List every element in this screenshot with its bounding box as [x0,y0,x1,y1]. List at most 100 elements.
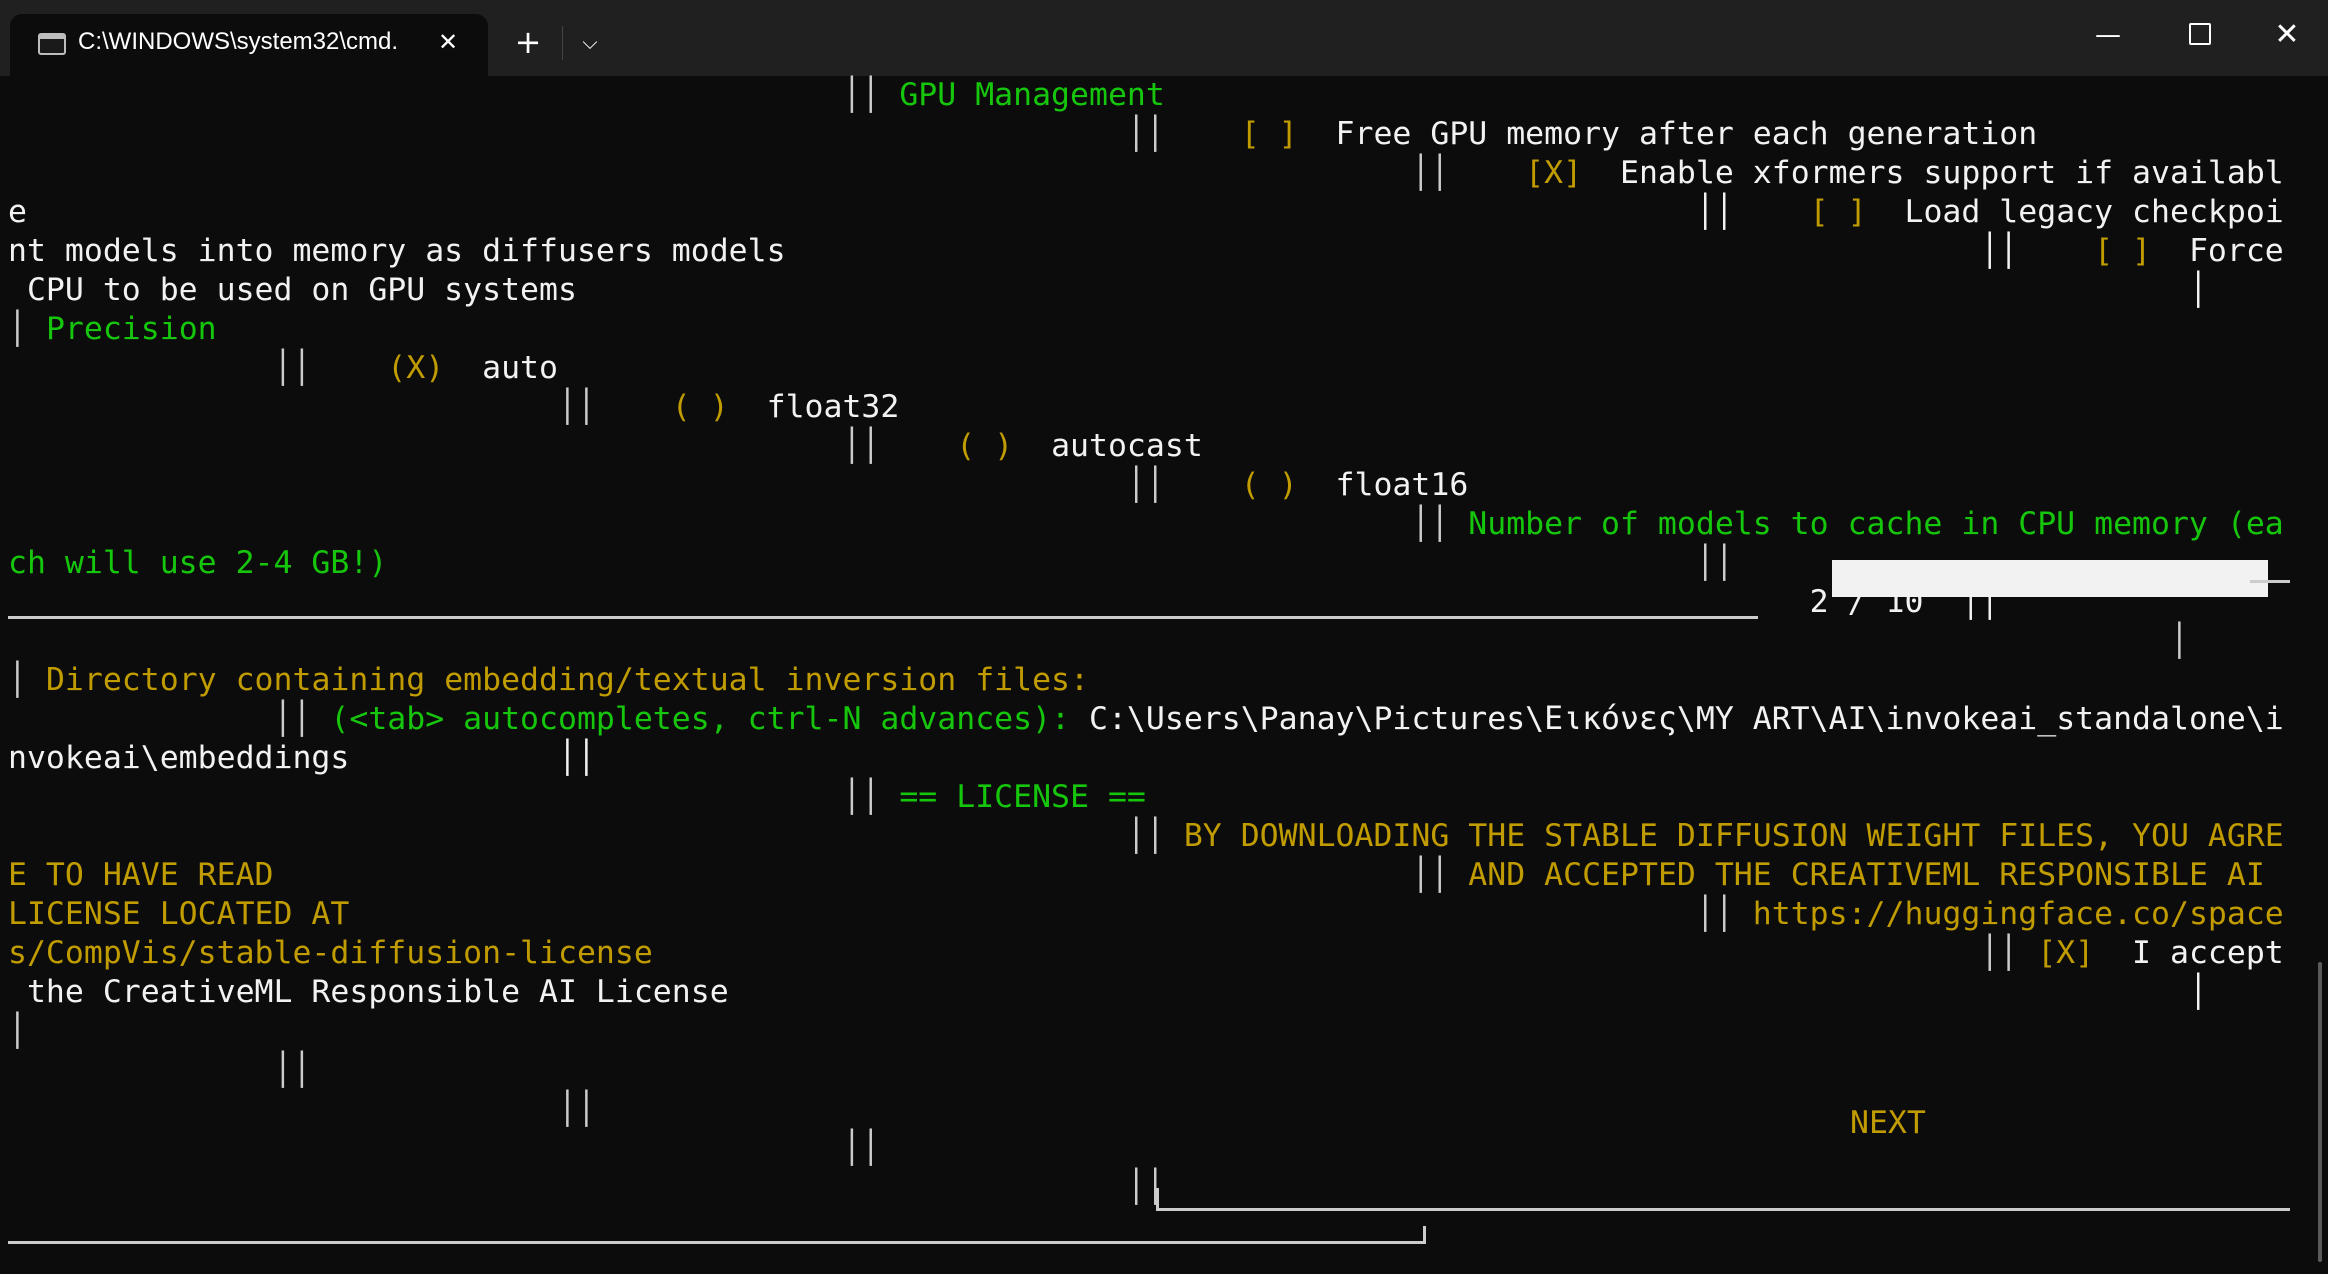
terminal-text: https://huggingface.co/space [1752,896,2284,932]
chevron-down-icon[interactable]: ⌵ [570,22,610,62]
terminal-line: nvokeai\embeddings ││ [8,739,596,778]
terminal-text: ││ [8,77,900,113]
terminal-line: ││ ( ) autocast [8,427,1203,466]
form-bottom-border [8,1241,1426,1244]
form-bottom-corner [1423,1226,1426,1244]
terminal-text: float32 [728,389,900,425]
terminal-line: s/CompVis/stable-diffusion-license ││ [X… [8,934,2284,973]
terminal-text: [ ] [2094,233,2152,269]
button-frame-top [1156,1208,2290,1211]
terminal-text: ││ [387,545,1734,581]
terminal-text: float16 [1297,467,1469,503]
terminal-line: ││ Number of models to cache in CPU memo… [8,505,2284,544]
terminal-line: │ [8,1012,27,1051]
terminal-icon [38,33,66,55]
terminal-text: s/CompVis/stable-diffusion-license [8,935,653,971]
terminal-text: 2 / 10 ││ [8,584,2000,620]
terminal-text: ││ [273,857,1469,893]
terminal-text: e ││ [8,194,1810,230]
terminal-text: the CreativeML Responsible AI License │ [8,974,2208,1010]
terminal-text: ││ [8,155,1526,191]
terminal-text: Force [2151,233,2284,269]
terminal-line: ││ GPU Management [8,76,1165,115]
terminal-text: ││ [8,1091,596,1127]
terminal-text: [X] [1525,155,1583,191]
terminal-line: ││ [X] Enable xformers support if availa… [8,154,2284,193]
terminal-text: ││ [8,1052,312,1088]
terminal-line: nt models into memory as diffusers model… [8,232,2284,271]
next-button[interactable]: NEXT [1850,1104,1926,1143]
plus-icon[interactable]: + [508,22,548,62]
tab-divider [562,26,563,60]
terminal-text: (X) [387,350,445,386]
terminal-text: ││ [8,389,672,425]
terminal-text: autocast [1013,428,1203,464]
terminal-text: ( ) [956,428,1014,464]
terminal-line: ││ ( ) float16 [8,466,1468,505]
terminal-text: nvokeai\embeddings ││ [8,740,596,776]
terminal-line: │ Directory containing embedding/textual… [8,661,1089,700]
terminal-text: [ ] [1809,194,1867,230]
terminal-text: ││ [8,1130,881,1166]
cache-models-slider[interactable] [1832,560,2268,597]
terminal-text: ││ [8,350,388,386]
terminal-line: ││ BY DOWNLOADING THE STABLE DIFFUSION W… [8,817,2284,856]
terminal-line: e ││ [ ] Load legacy checkpoi [8,193,2284,232]
terminal-text: auto [444,350,558,386]
terminal-line: ││ [ ] Free GPU memory after each genera… [8,115,2037,154]
terminal-line: │ Precision [8,310,217,349]
slider-track [8,616,1758,619]
terminal-text: Load legacy checkpoi [1866,194,2284,230]
terminal-line: ││ (<tab> autocompletes, ctrl-N advances… [8,700,2284,739]
close-icon[interactable]: ✕ [430,24,466,60]
terminal-line: ││ (X) auto [8,349,559,388]
scrollbar-thumb[interactable] [2318,962,2322,1262]
terminal-text: Directory containing embedding/textual i… [45,662,1089,698]
terminal-text: ( ) [671,389,729,425]
terminal-text: CPU to be used on GPU systems │ [8,272,2208,308]
terminal-text: Precision [45,311,217,347]
terminal-text: LICENSE LOCATED AT [8,896,350,932]
terminal-text: │ [8,623,2189,659]
terminal-text: ││ [8,701,331,737]
terminal-text: Number of models to cache in CPU memory … [1468,506,2284,542]
terminal-line: ││ [8,1168,1165,1207]
terminal-output[interactable]: ││ ││ ││ ││ │ the CreativeML Responsible … [0,76,2322,1274]
terminal-text: ││ [8,779,900,815]
tab-title: C:\WINDOWS\system32\cmd. [78,28,399,55]
terminal-text: ││ [8,467,1241,503]
terminal-text: ││ [349,896,1753,932]
terminal-window: C:\WINDOWS\system32\cmd. ✕ + ⌵ — ✕ ││ ││ [0,0,2328,1274]
terminal-text: E TO HAVE READ [8,857,274,893]
minimize-icon[interactable]: — [2062,0,2154,70]
terminal-text: C:\Users\Panay\Pictures\Εικόνες\MY ART\A… [1070,701,2284,737]
terminal-text: AND ACCEPTED THE CREATIVEML RESPONSIBLE … [1468,857,2265,893]
terminal-text: ( ) [1240,467,1298,503]
slider-track-end [2250,580,2290,583]
terminal-text: (<tab> autocompletes, ctrl-N advances): [330,701,1071,737]
terminal-line: ││ == LICENSE == [8,778,1146,817]
terminal-text: Enable xformers support if availabl [1582,155,2284,191]
terminal-text: [X] [2037,935,2095,971]
terminal-line: LICENSE LOCATED AT ││ https://huggingfac… [8,895,2284,934]
terminal-text: nt models into memory as diffusers model… [8,233,2095,269]
terminal-text: │ [8,662,46,698]
terminal-text: ││ [8,116,1241,152]
terminal-text: ch will use 2-4 GB!) [8,545,388,581]
tab-cmd[interactable]: C:\WINDOWS\system32\cmd. ✕ [10,14,488,76]
maximize-icon[interactable] [2154,0,2246,70]
close-window-icon[interactable]: ✕ [2246,0,2328,70]
terminal-text: I accept [2094,935,2284,971]
terminal-line: the CreativeML Responsible AI License │ [8,973,2208,1012]
terminal-text: ││ [8,818,1184,854]
terminal-line: ch will use 2-4 GB!) ││ [8,544,1734,583]
terminal-text: ││ [8,506,1469,542]
terminal-text: │ [8,311,46,347]
terminal-text: ││ [652,935,2038,971]
terminal-text: ││ [8,1169,1165,1205]
terminal-line: │ [8,622,2189,661]
terminal-line: CPU to be used on GPU systems │ [8,271,2208,310]
terminal-text: ││ [8,428,957,464]
terminal-text: == LICENSE == [899,779,1146,815]
terminal-text: GPU Management [899,77,1165,113]
